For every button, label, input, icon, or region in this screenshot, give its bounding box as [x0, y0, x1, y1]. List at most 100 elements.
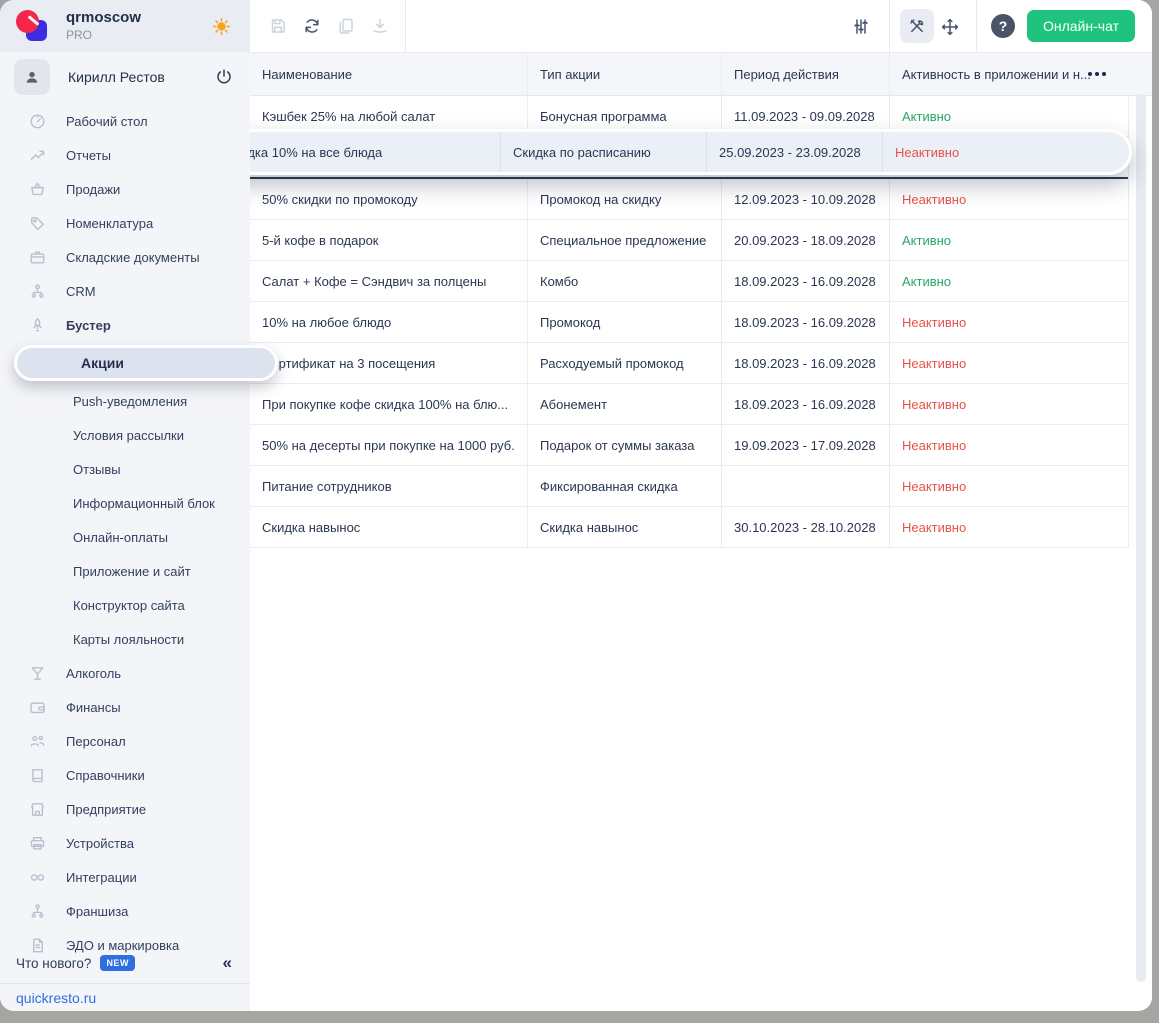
- refresh-icon[interactable]: [302, 16, 322, 36]
- help-icon[interactable]: ?: [991, 14, 1016, 38]
- cell-period: 18.09.2023 - 16.09.2028: [722, 384, 890, 424]
- dashboard-icon: [28, 112, 47, 131]
- sidebar-item[interactable]: CRM: [0, 274, 250, 308]
- cell-status: Неактивно: [902, 355, 967, 371]
- move-icon[interactable]: [940, 16, 960, 36]
- sidebar-item-label: Продажи: [66, 181, 121, 197]
- cell-status: Неактивно: [902, 478, 967, 494]
- sidebar-item[interactable]: Бустер: [0, 308, 250, 342]
- tools-icon: [907, 16, 927, 36]
- cell-name: Питание сотрудников: [250, 466, 528, 506]
- cell-status: Активно: [902, 232, 952, 248]
- table-row[interactable]: 5-й кофе в подарок Специальное предложени…: [250, 220, 1128, 261]
- brand-plan: PRO: [66, 27, 93, 42]
- table-row[interactable]: 50% скидки по промокоду Промокод на скидк…: [250, 179, 1128, 220]
- table-body: Скидка 10% на все блюда Скидка по распис…: [210, 96, 1132, 548]
- table-row[interactable]: 10% на любое блюдо Промокод 18.09.2023 - 1…: [250, 302, 1128, 343]
- tools-button[interactable]: [900, 9, 935, 43]
- table-row[interactable]: При покупке кофе скидка 100% на блю... Аб…: [250, 384, 1128, 425]
- logout-power-icon[interactable]: [214, 67, 234, 87]
- cell-status: Неактивно: [895, 144, 960, 160]
- dragged-row[interactable]: Скидка 10% на все блюда Скидка по распис…: [210, 129, 1132, 175]
- cell-name: 50% скидки по промокоду: [250, 179, 528, 219]
- table-row[interactable]: Питание сотрудников Фиксированная скидка Н…: [250, 466, 1128, 507]
- sidebar-item[interactable]: Приложение и сайт: [0, 554, 250, 588]
- table-row[interactable]: Сертификат на 3 посещения Расходуемый про…: [250, 343, 1128, 384]
- nomenclature-icon: [28, 214, 47, 233]
- cell-type: Скидка по расписанию: [501, 132, 707, 172]
- toolbar-divider: [889, 0, 891, 52]
- table-row[interactable]: 50% на десерты при покупке на 1000 руб. П…: [250, 425, 1128, 466]
- sidebar-item[interactable]: Продажи: [0, 172, 250, 206]
- download-icon[interactable]: [370, 16, 390, 36]
- column-header: Период действия: [722, 53, 890, 95]
- enterprise-icon: [28, 800, 47, 819]
- column-header: Тип акции: [528, 53, 722, 95]
- theme-sun-icon[interactable]: [211, 16, 232, 37]
- sidebar-item[interactable]: Справочники: [0, 758, 250, 792]
- main-content: ? Онлайн-чат Наименование Тип акции Период…: [210, 0, 1152, 1011]
- collapse-sidebar-icon[interactable]: «: [223, 953, 232, 973]
- cell-type: Абонемент: [528, 384, 722, 424]
- sidebar-item[interactable]: Рабочий стол: [0, 104, 250, 138]
- sidebar-item[interactable]: Конструктор сайта: [0, 588, 250, 622]
- sidebar-item[interactable]: Персонал: [0, 724, 250, 758]
- table-row[interactable]: Салат + Кофе = Сэндвич за полцены Комбо 18…: [250, 261, 1128, 302]
- filter-sliders-icon[interactable]: [851, 16, 871, 36]
- cell-type: Расходуемый промокод: [528, 343, 722, 383]
- sidebar-item[interactable]: Отчеты: [0, 138, 250, 172]
- sidebar-item-selected[interactable]: Акции: [14, 345, 278, 381]
- sidebar-item[interactable]: Алкоголь: [0, 656, 250, 690]
- divider: [0, 983, 250, 984]
- crm-icon: [28, 282, 47, 301]
- cell-status: Неактивно: [902, 519, 967, 535]
- table-row[interactable]: Скидка навынос Скидка навынос 30.10.2023 -…: [250, 507, 1128, 548]
- vertical-scrollbar[interactable]: [1136, 94, 1146, 982]
- booster-icon: [28, 316, 47, 335]
- cell-type: Промокод на скидку: [528, 179, 722, 219]
- sidebar-item[interactable]: Предприятие: [0, 792, 250, 826]
- sidebar-item[interactable]: Условия рассылки: [0, 418, 250, 452]
- sidebar-item-label: Push-уведомления: [73, 393, 188, 409]
- cell-name: 50% на десерты при покупке на 1000 руб.: [250, 425, 528, 465]
- sidebar-item[interactable]: Франшиза: [0, 894, 250, 928]
- sidebar-item-label: Карты лояльности: [73, 631, 185, 647]
- staff-icon: [28, 732, 47, 751]
- user-row[interactable]: Кирилл Рестов: [0, 52, 250, 102]
- save-icon[interactable]: [268, 16, 288, 36]
- sidebar-item[interactable]: Финансы: [0, 690, 250, 724]
- quickresto-link[interactable]: quickresto.ru: [0, 990, 250, 1006]
- sidebar-item[interactable]: Отзывы: [0, 452, 250, 486]
- whats-new-link[interactable]: Что нового?: [16, 956, 91, 971]
- online-chat-button[interactable]: Онлайн-чат: [1027, 10, 1135, 42]
- directories-icon: [28, 766, 47, 785]
- cell-type: Подарок от суммы заказа: [528, 425, 722, 465]
- copy-icon[interactable]: [336, 16, 356, 36]
- sidebar-item[interactable]: Информационный блок: [0, 486, 250, 520]
- sidebar-footer: Что нового? NEW « quickresto.ru: [0, 947, 250, 1011]
- app-logo-icon: [14, 8, 52, 44]
- sidebar-item[interactable]: Устройства: [0, 826, 250, 860]
- sidebar-item-label: Персонал: [66, 733, 126, 749]
- app-window: ? Онлайн-чат Наименование Тип акции Период…: [0, 0, 1152, 1011]
- cell-type: Фиксированная скидка: [528, 466, 722, 506]
- cell-period: 18.09.2023 - 16.09.2028: [722, 343, 890, 383]
- sidebar-item[interactable]: Номенклатура: [0, 206, 250, 240]
- sidebar-item-label: Финансы: [66, 699, 121, 715]
- cell-period: 30.10.2023 - 28.10.2028: [722, 507, 890, 547]
- sidebar-item-label: Бустер: [66, 317, 111, 333]
- sidebar-item[interactable]: Интеграции: [0, 860, 250, 894]
- more-columns-icon[interactable]: [1088, 72, 1106, 76]
- cell-period: 18.09.2023 - 16.09.2028: [722, 261, 890, 301]
- sidebar-item-label: Справочники: [66, 767, 145, 783]
- toolbar-divider: [976, 0, 978, 52]
- warehouse-icon: [28, 248, 47, 267]
- sidebar-item-label: Рабочий стол: [66, 113, 148, 129]
- sidebar-item[interactable]: Складские документы: [0, 240, 250, 274]
- cell-period: 12.09.2023 - 10.09.2028: [722, 179, 890, 219]
- sidebar-item[interactable]: Карты лояльности: [0, 622, 250, 656]
- sidebar-item[interactable]: Push-уведомления: [0, 384, 250, 418]
- sales-icon: [28, 180, 47, 199]
- sidebar-item[interactable]: Онлайн-оплаты: [0, 520, 250, 554]
- sidebar-item-label: Приложение и сайт: [73, 563, 191, 579]
